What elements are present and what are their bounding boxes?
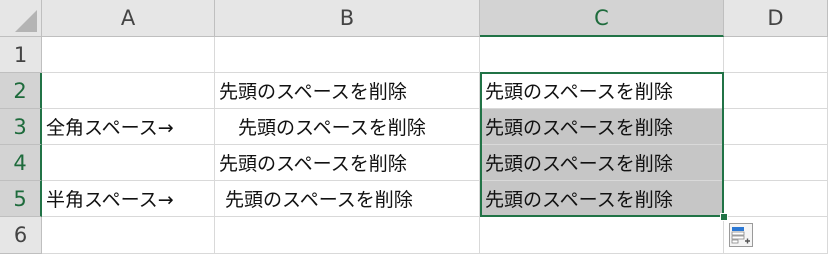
quick-analysis-icon[interactable] bbox=[729, 223, 753, 247]
cell-a1[interactable] bbox=[42, 37, 215, 73]
cell-b4[interactable]: 先頭のスペースを削除 bbox=[215, 145, 480, 181]
cell-d1[interactable] bbox=[724, 37, 828, 73]
cell-c1[interactable] bbox=[480, 37, 724, 73]
cell-b2[interactable]: 先頭のスペースを削除 bbox=[215, 73, 480, 109]
cell-a3[interactable]: 全角スペース→ bbox=[42, 109, 215, 145]
row-header-6[interactable]: 6 bbox=[0, 217, 42, 254]
cell-b3[interactable]: 先頭のスペースを削除 bbox=[215, 109, 480, 145]
cell-c5[interactable]: 先頭のスペースを削除 bbox=[480, 181, 724, 217]
row-header-2[interactable]: 2 bbox=[0, 73, 42, 109]
column-header-b[interactable]: B bbox=[215, 0, 480, 37]
row-header-1[interactable]: 1 bbox=[0, 37, 42, 73]
fill-handle[interactable] bbox=[720, 213, 728, 221]
cell-c2[interactable]: 先頭のスペースを削除 bbox=[480, 73, 724, 109]
row-header-4[interactable]: 4 bbox=[0, 145, 42, 181]
cell-a2[interactable] bbox=[42, 73, 215, 109]
cell-a4[interactable] bbox=[42, 145, 215, 181]
quick-analysis-glyph bbox=[731, 227, 750, 244]
row-header-5[interactable]: 5 bbox=[0, 181, 42, 217]
cell-b5[interactable]: 先頭のスペースを削除 bbox=[215, 181, 480, 217]
cell-c6[interactable] bbox=[480, 217, 724, 254]
cell-a6[interactable] bbox=[42, 217, 215, 254]
cell-a5[interactable]: 半角スペース→ bbox=[42, 181, 215, 217]
row-header-3[interactable]: 3 bbox=[0, 109, 42, 145]
cell-d5[interactable] bbox=[724, 181, 828, 217]
column-header-a[interactable]: A bbox=[42, 0, 215, 37]
spreadsheet-grid: A B C D 1 2 3 4 5 6 先頭のスペースを削除 先頭のスペースを削… bbox=[0, 0, 828, 254]
cell-d3[interactable] bbox=[724, 109, 828, 145]
column-header-d[interactable]: D bbox=[724, 0, 828, 37]
cell-c4[interactable]: 先頭のスペースを削除 bbox=[480, 145, 724, 181]
cell-d4[interactable] bbox=[724, 145, 828, 181]
cell-d2[interactable] bbox=[724, 73, 828, 109]
cell-b6[interactable] bbox=[215, 217, 480, 254]
select-all-corner-icon[interactable] bbox=[0, 0, 42, 37]
column-header-c[interactable]: C bbox=[480, 0, 724, 37]
cell-c3[interactable]: 先頭のスペースを削除 bbox=[480, 109, 724, 145]
cell-b1[interactable] bbox=[215, 37, 480, 73]
